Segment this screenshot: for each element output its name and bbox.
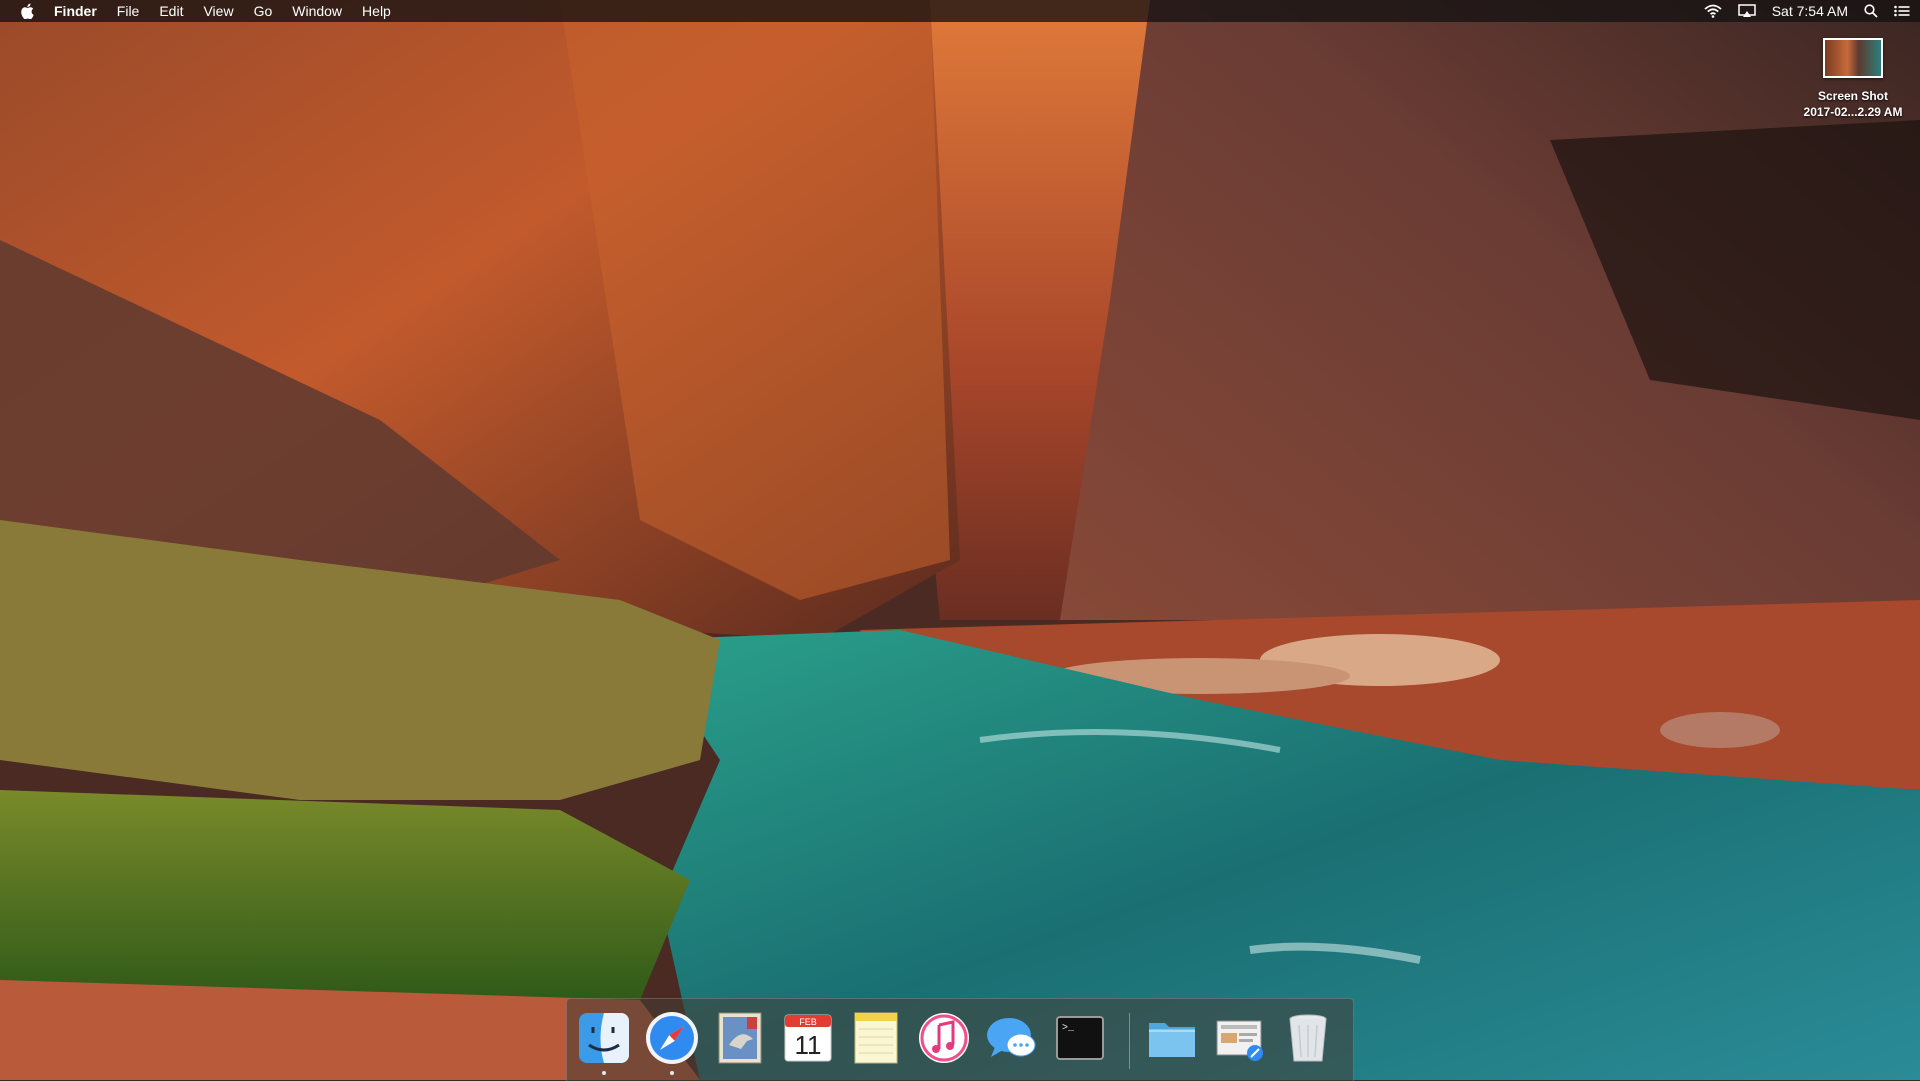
- spotlight-icon[interactable]: [1864, 0, 1878, 22]
- dock-notes[interactable]: [847, 1009, 905, 1067]
- desktop-file-screenshot[interactable]: Screen Shot 2017-02...2.29 AM: [1788, 38, 1918, 120]
- dock-messages[interactable]: [983, 1009, 1041, 1067]
- safari-icon: [646, 1012, 698, 1064]
- desktop-file-label: Screen Shot 2017-02...2.29 AM: [1804, 88, 1903, 120]
- mail-icon: [718, 1012, 762, 1064]
- dock-safari[interactable]: [643, 1009, 701, 1075]
- calendar-month: FEB: [799, 1017, 817, 1027]
- running-indicator: [602, 1071, 606, 1075]
- dock-mail[interactable]: [711, 1009, 769, 1067]
- downloads-stack-icon: [1216, 1020, 1263, 1061]
- menu-file[interactable]: File: [107, 0, 150, 22]
- dock-finder[interactable]: [575, 1009, 633, 1075]
- notification-center-icon[interactable]: [1894, 0, 1910, 22]
- menu-window[interactable]: Window: [282, 0, 352, 22]
- menu-edit[interactable]: Edit: [149, 0, 193, 22]
- dock-documents-stack[interactable]: [1143, 1009, 1201, 1067]
- notes-icon: [854, 1012, 898, 1064]
- dock-calendar[interactable]: FEB 11: [779, 1009, 837, 1067]
- airplay-icon[interactable]: [1737, 0, 1756, 22]
- file-label-line2: 2017-02...2.29 AM: [1803, 105, 1903, 119]
- finder-icon: [579, 1013, 629, 1063]
- dock-separator: [1129, 1013, 1130, 1069]
- wifi-icon[interactable]: [1704, 0, 1722, 22]
- dock-itunes[interactable]: [915, 1009, 973, 1067]
- desktop-wallpaper: [0, 0, 1920, 1080]
- dock-downloads-stack[interactable]: [1211, 1009, 1269, 1067]
- terminal-prompt: >_: [1062, 1023, 1075, 1034]
- messages-icon: [987, 1018, 1036, 1057]
- calendar-day: 11: [795, 1030, 822, 1060]
- screenshot-thumbnail-icon: [1823, 38, 1883, 78]
- menu-view[interactable]: View: [193, 0, 243, 22]
- running-indicator: [670, 1071, 674, 1075]
- menu-go[interactable]: Go: [244, 0, 283, 22]
- apple-logo-icon: [21, 3, 34, 19]
- menu-bar: Finder File Edit View Go Window Help Sat…: [0, 0, 1920, 22]
- apple-menu[interactable]: [0, 0, 54, 22]
- menu-bar-clock[interactable]: Sat 7:54 AM: [1772, 3, 1848, 19]
- dock: FEB 11 >_: [566, 998, 1354, 1081]
- calendar-icon: FEB 11: [784, 1014, 832, 1062]
- trash-icon: [1289, 1014, 1327, 1062]
- terminal-icon: >_: [1056, 1016, 1104, 1060]
- app-menu-finder[interactable]: Finder: [54, 0, 107, 22]
- itunes-icon: [919, 1013, 969, 1063]
- menu-help[interactable]: Help: [352, 0, 401, 22]
- folder-icon: [1149, 1023, 1195, 1057]
- dock-terminal[interactable]: >_: [1051, 1009, 1109, 1067]
- dock-trash[interactable]: [1279, 1009, 1337, 1067]
- file-label-line1: Screen Shot: [1817, 89, 1888, 103]
